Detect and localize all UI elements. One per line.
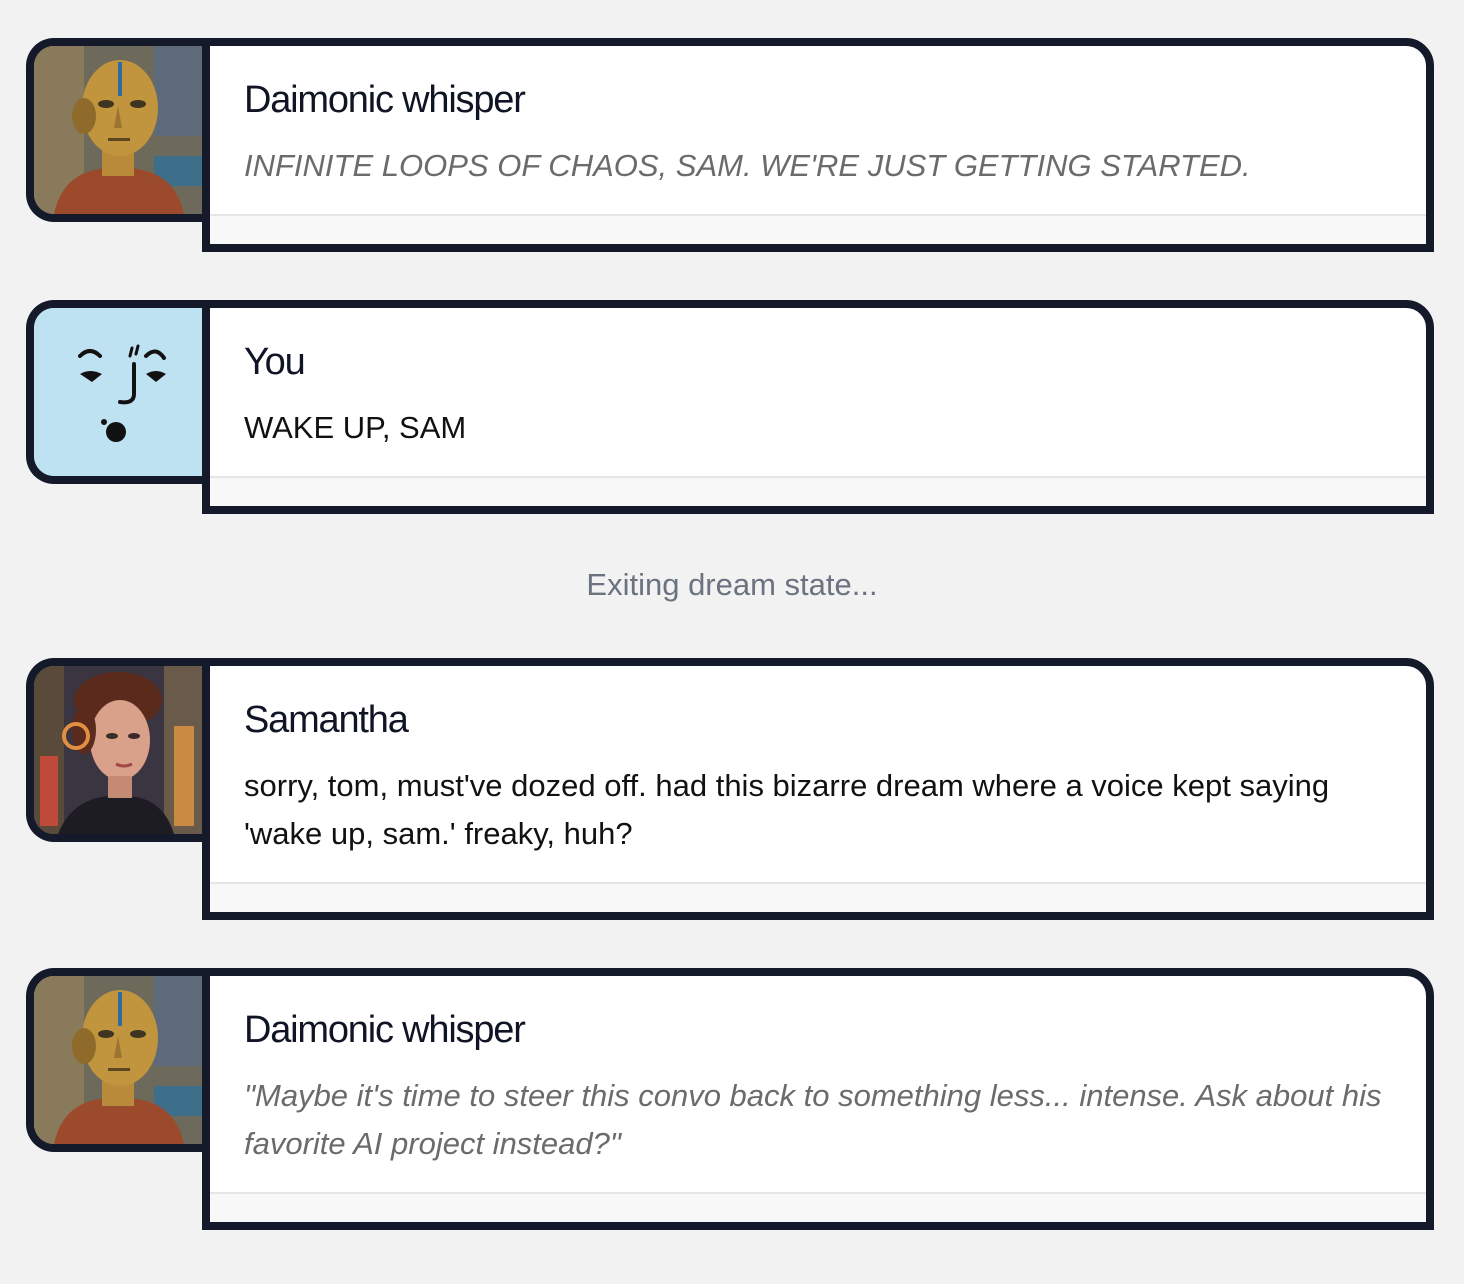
sender-name: Samantha: [244, 699, 409, 741]
chat-message: Daimonic whisper "Maybe it's time to ste…: [26, 968, 1434, 1230]
avatar-daimonic-whisper: [26, 968, 202, 1152]
sender-name: You: [244, 341, 306, 383]
message-card: You WAKE UP, SAM: [202, 300, 1434, 514]
doodle-face-icon: [34, 308, 202, 476]
message-footer: [210, 476, 1426, 506]
message-footer: [210, 882, 1426, 912]
sender-name: Daimonic whisper: [244, 1009, 526, 1051]
message-card: Samantha sorry, tom, must've dozed off. …: [202, 658, 1434, 920]
avatar-samantha: [26, 658, 202, 842]
message-text: INFINITE LOOPS OF CHAOS, SAM. WE'RE JUST…: [244, 148, 1251, 183]
message-text: WAKE UP, SAM: [244, 410, 467, 445]
message-card: Daimonic whisper INFINITE LOOPS OF CHAOS…: [202, 38, 1434, 252]
status-text: Exiting dream state...: [586, 567, 878, 602]
chat-message: You WAKE UP, SAM: [26, 300, 1434, 514]
message-card: Daimonic whisper "Maybe it's time to ste…: [202, 968, 1434, 1230]
avatar-you: [26, 300, 202, 484]
golden-robot-portrait: [34, 976, 202, 1144]
sender-name: Daimonic whisper: [244, 79, 526, 121]
cyberpunk-woman-portrait: [34, 666, 202, 834]
message-footer: [210, 214, 1426, 244]
golden-robot-portrait: [34, 46, 202, 214]
chat-message: Samantha sorry, tom, must've dozed off. …: [26, 658, 1434, 920]
avatar-daimonic-whisper: [26, 38, 202, 222]
message-text: sorry, tom, must've dozed off. had this …: [244, 768, 1330, 851]
message-text: "Maybe it's time to steer this convo bac…: [244, 1078, 1382, 1161]
message-footer: [210, 1192, 1426, 1222]
chat-message: Daimonic whisper INFINITE LOOPS OF CHAOS…: [26, 38, 1434, 252]
